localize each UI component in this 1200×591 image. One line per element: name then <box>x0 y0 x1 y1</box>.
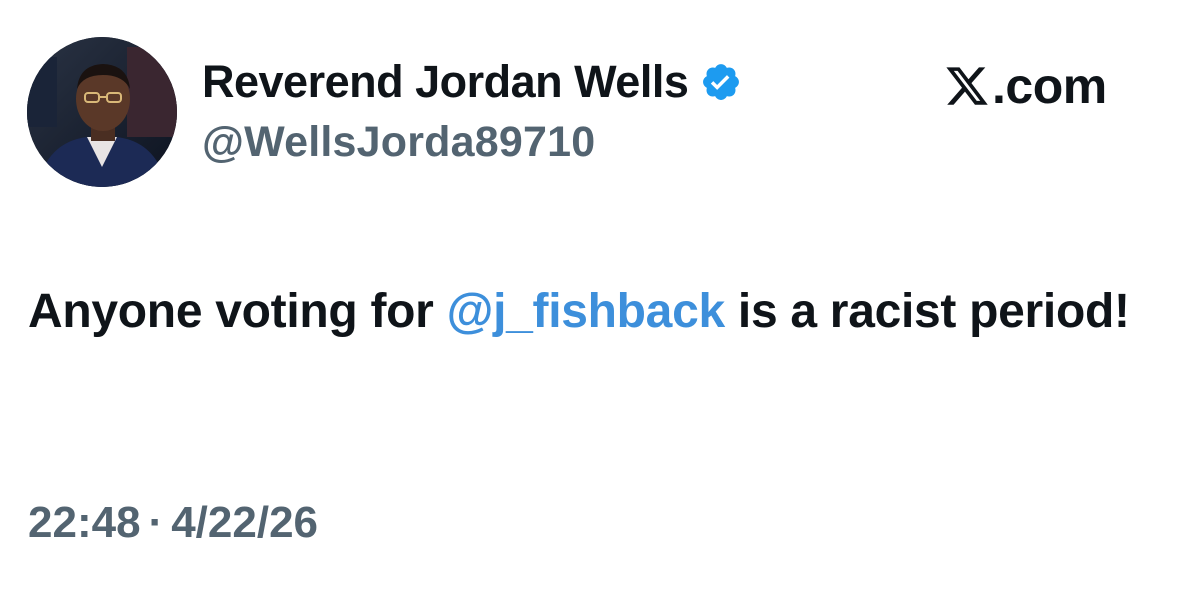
author-name-row: Reverend Jordan Wells <box>202 52 742 112</box>
verified-badge-icon <box>700 61 742 103</box>
tweet-card: Reverend Jordan Wells @WellsJorda89710 .… <box>0 0 1200 591</box>
avatar[interactable] <box>27 37 177 187</box>
timestamp[interactable]: 22:48 · 4/22/26 <box>28 498 318 548</box>
tweet-time: 22:48 <box>28 498 141 547</box>
site-text: .com <box>992 58 1107 114</box>
tweet-text-before: Anyone voting for <box>28 285 447 338</box>
x-logo-icon <box>944 63 990 109</box>
author-handle[interactable]: @WellsJorda89710 <box>202 118 595 167</box>
site-label: .com <box>944 56 1107 116</box>
display-name[interactable]: Reverend Jordan Wells <box>202 56 689 108</box>
tweet-text: Anyone voting for @j_fishback is a racis… <box>28 276 1168 348</box>
mention-link[interactable]: @j_fishback <box>447 285 726 338</box>
separator-dot: · <box>148 498 164 547</box>
tweet-date: 4/22/26 <box>171 498 319 547</box>
avatar-photo <box>27 37 177 187</box>
tweet-text-after: is a racist period! <box>724 285 1130 338</box>
